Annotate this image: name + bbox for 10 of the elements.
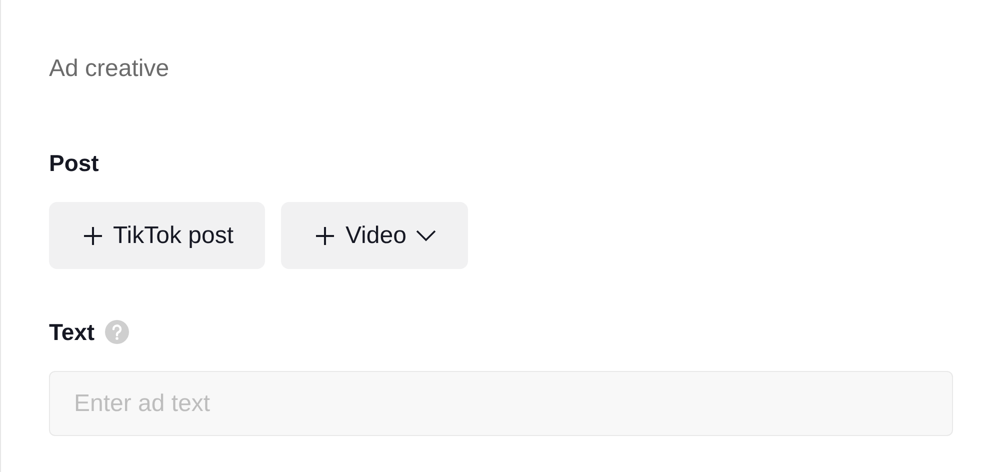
chevron-down-icon (416, 230, 436, 242)
ad-text-field[interactable]: Enter ad text (49, 371, 953, 436)
plus-icon (83, 226, 103, 246)
add-post-button[interactable]: TikTok post (49, 202, 266, 269)
section-title: Ad creative (49, 54, 170, 84)
field-label: Text (49, 318, 95, 347)
help-icon[interactable] (104, 320, 129, 344)
field-label: Post (49, 149, 99, 178)
plus-icon (315, 226, 336, 246)
video-dropdown-button[interactable]: Video (281, 202, 468, 269)
